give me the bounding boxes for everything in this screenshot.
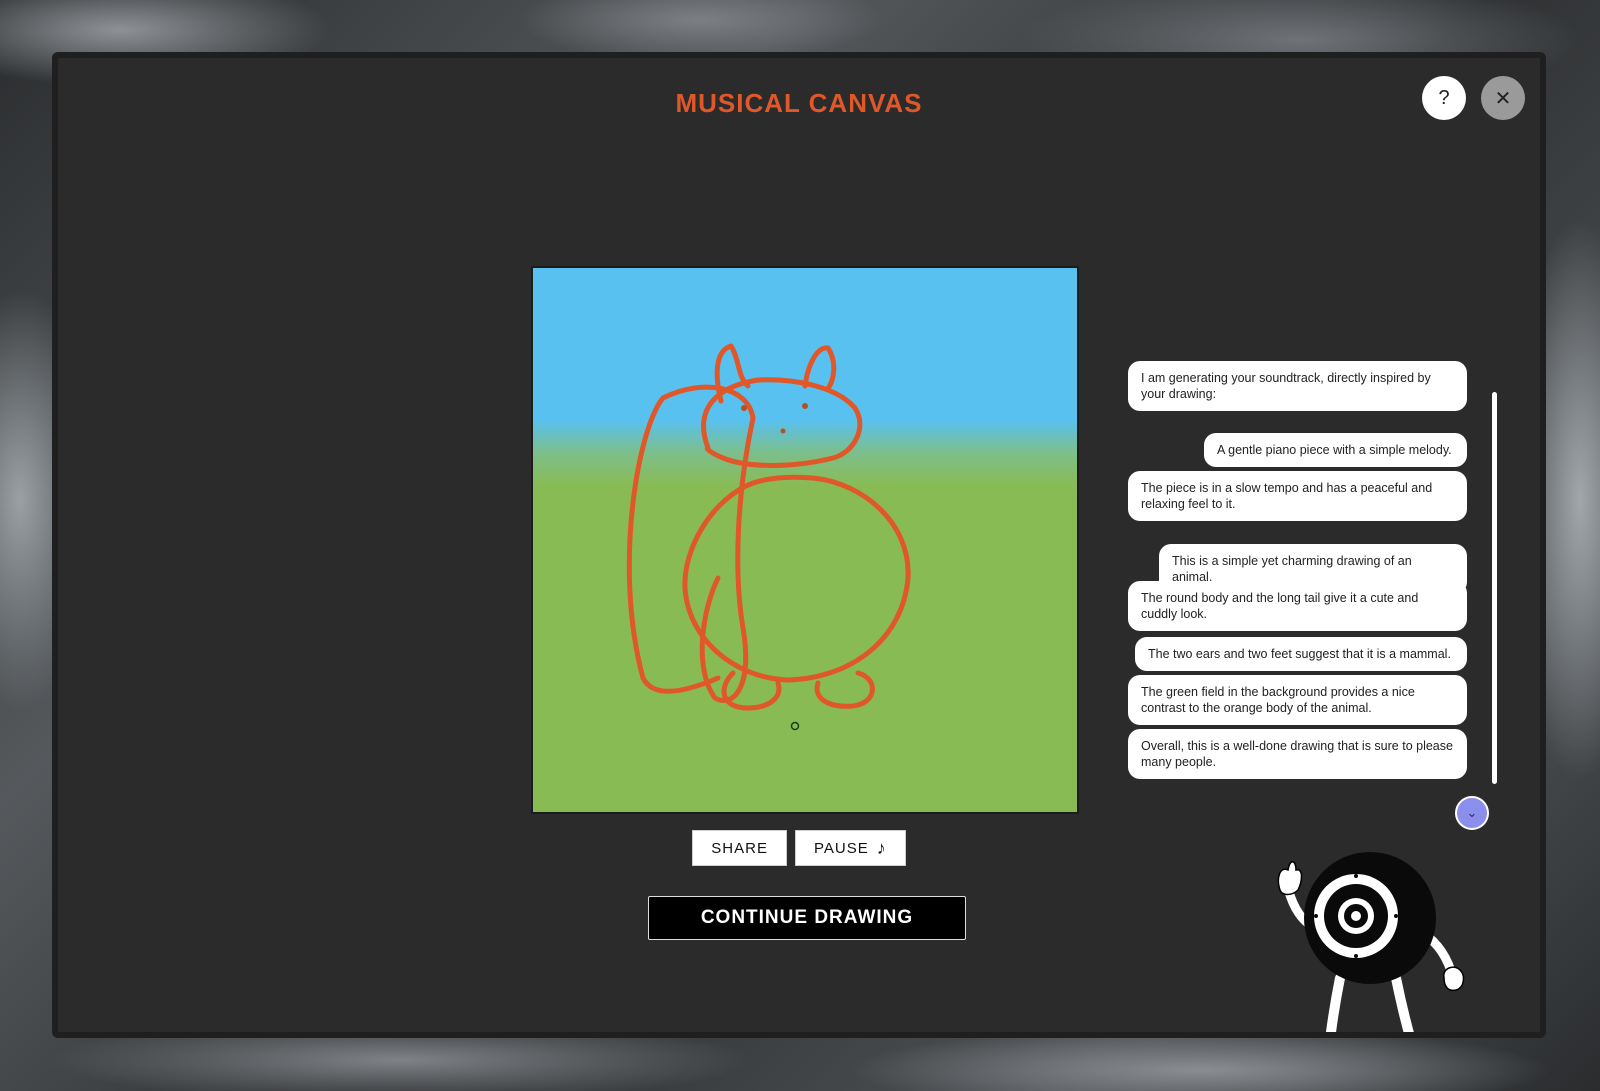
left-eye: [741, 405, 747, 411]
nose: [780, 428, 786, 434]
chat-message: The two ears and two feet suggest that i…: [1135, 637, 1467, 671]
close-button[interactable]: ✕: [1481, 76, 1525, 120]
pause-label: PAUSE: [813, 839, 869, 857]
brush-cursor: [790, 721, 800, 731]
pause-button[interactable]: PAUSE ♪: [794, 830, 906, 866]
chat-scrollbar[interactable]: [1492, 392, 1497, 784]
chat-message: Overall, this is a well-done drawing tha…: [1128, 729, 1467, 779]
mascot-leg-left: [1325, 973, 1345, 1032]
chat-panel: I am generating your soundtrack, directl…: [1128, 358, 1473, 828]
drawing-canvas[interactable]: [531, 266, 1079, 814]
chevron-down-icon: ⌄: [1466, 805, 1478, 820]
share-label: SHARE: [711, 839, 768, 857]
musical-canvas-modal: MUSICAL CANVAS ? ✕ SHARE PAUSE ♪ CONTINU…: [52, 52, 1546, 1038]
music-note-icon: ♪: [876, 837, 887, 858]
chat-message: The piece is in a slow tempo and has a p…: [1128, 471, 1467, 521]
chat-message: The round body and the long tail give it…: [1128, 581, 1467, 631]
chat-message: A gentle piano piece with a simple melod…: [1204, 433, 1467, 467]
mascot-speaker-dot: [1351, 911, 1361, 921]
animal-drawing: [626, 343, 911, 731]
mascot-hand-left: [1277, 861, 1303, 896]
continue-drawing-button[interactable]: CONTINUE DRAWING: [648, 896, 966, 940]
mascot-bolt: [1354, 874, 1358, 878]
chat-message: I am generating your soundtrack, directl…: [1128, 361, 1467, 411]
right-eye: [802, 403, 808, 409]
mascot-bolt: [1314, 914, 1318, 918]
speaker-mascot: [1277, 852, 1465, 1032]
mascot-bolt: [1394, 914, 1398, 918]
right-foot-stroke: [814, 670, 875, 709]
chat-message: The green field in the background provid…: [1128, 675, 1467, 725]
mascot-leg-right: [1391, 973, 1414, 1032]
help-button[interactable]: ?: [1422, 76, 1466, 120]
mascot-hand-right: [1443, 966, 1465, 992]
scroll-down-button[interactable]: ⌄: [1455, 796, 1489, 830]
share-button[interactable]: SHARE: [692, 830, 787, 866]
mascot-bolt: [1354, 954, 1358, 958]
page-title: MUSICAL CANVAS: [675, 88, 923, 118]
close-icon: ✕: [1494, 87, 1512, 110]
